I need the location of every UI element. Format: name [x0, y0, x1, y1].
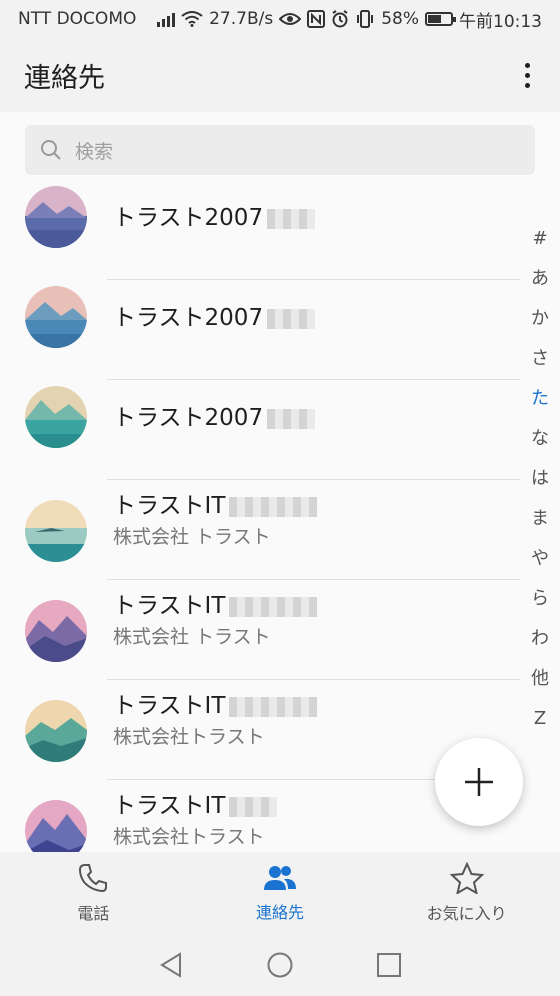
- index-letter[interactable]: ま: [520, 506, 560, 546]
- phone-icon: [79, 864, 108, 893]
- index-letter[interactable]: か: [520, 306, 560, 346]
- contact-company: 株式会社トラスト: [113, 726, 265, 748]
- nfc-icon: [307, 10, 326, 28]
- index-letter[interactable]: 他: [520, 666, 560, 706]
- contact-row[interactable]: トラスト2007: [0, 380, 520, 480]
- page-title: 連絡先: [24, 62, 105, 94]
- net-speed-label: 27.7B/s: [209, 9, 274, 29]
- index-letter[interactable]: は: [520, 466, 560, 506]
- redacted-text: [267, 308, 316, 329]
- index-letter[interactable]: わ: [520, 626, 560, 666]
- search-icon: [41, 140, 61, 160]
- contact-name: トラスト2007: [113, 198, 316, 232]
- contact-company: 株式会社 トラスト: [113, 626, 271, 648]
- contact-row[interactable]: トラストIT 株式会社 トラスト: [0, 480, 520, 580]
- bottom-nav: 電話 連絡先 お気に入り: [0, 852, 560, 934]
- contact-name: トラスト2007: [113, 298, 316, 332]
- eye-icon: [279, 13, 302, 25]
- index-letter[interactable]: ら: [520, 586, 560, 626]
- status-bar: NTT DOCOMO 27.7B/s 58% 午前10:13: [0, 0, 560, 38]
- app-bar: 連絡先: [0, 38, 560, 112]
- contacts-icon: [264, 866, 296, 890]
- tab-label: 連絡先: [256, 903, 305, 922]
- star-icon: [449, 862, 484, 894]
- contact-company: 株式会社 トラスト: [113, 526, 271, 548]
- avatar: [25, 700, 87, 762]
- avatar: [25, 286, 87, 348]
- contact-row[interactable]: トラストIT 株式会社 トラスト: [0, 580, 520, 680]
- index-letter[interactable]: や: [520, 546, 560, 586]
- wifi-icon: [181, 11, 203, 27]
- avatar: [25, 600, 87, 662]
- contact-row[interactable]: トラスト2007: [0, 180, 520, 280]
- index-letter[interactable]: Z: [520, 706, 560, 746]
- battery-icon: [425, 12, 456, 26]
- tab-phone[interactable]: 電話: [0, 852, 187, 934]
- carrier-label: NTT DOCOMO: [18, 9, 137, 29]
- recents-icon[interactable]: [376, 952, 402, 978]
- more-options-icon[interactable]: [519, 57, 536, 94]
- tab-label: 電話: [77, 904, 110, 923]
- redacted-text: [229, 496, 318, 517]
- vibrate-icon: [357, 10, 374, 28]
- alarm-icon: [332, 10, 348, 28]
- index-letter-active[interactable]: た: [520, 386, 560, 426]
- contact-name: トラスト2007: [113, 398, 316, 432]
- signal-icon: [157, 11, 176, 27]
- tab-contacts[interactable]: 連絡先: [187, 852, 374, 934]
- index-letter[interactable]: あ: [520, 266, 560, 306]
- index-letter[interactable]: な: [520, 426, 560, 466]
- redacted-text: [229, 796, 278, 817]
- contact-name: トラストIT: [113, 686, 318, 720]
- alphabet-index[interactable]: # あ か さ た な は ま や ら わ 他 Z: [520, 226, 560, 746]
- redacted-text: [229, 596, 318, 617]
- avatar: [25, 186, 87, 248]
- redacted-text: [229, 696, 318, 717]
- contact-row[interactable]: トラスト2007: [0, 280, 520, 380]
- index-letter[interactable]: さ: [520, 346, 560, 386]
- search-placeholder: 検索: [75, 140, 114, 163]
- contact-name: トラストIT: [113, 486, 318, 520]
- contact-company: 株式会社トラスト: [113, 826, 265, 848]
- redacted-text: [267, 208, 316, 229]
- clock-label: 午前10:13: [459, 11, 542, 32]
- tab-favorites[interactable]: お気に入り: [373, 852, 560, 934]
- back-icon[interactable]: [158, 951, 184, 979]
- contact-name: トラストIT: [113, 786, 278, 820]
- home-icon[interactable]: [266, 951, 294, 979]
- contact-name: トラストIT: [113, 586, 318, 620]
- avatar: [25, 386, 87, 448]
- search-input[interactable]: 検索: [25, 125, 535, 175]
- add-contact-button[interactable]: [435, 738, 523, 826]
- plus-icon: [465, 768, 493, 796]
- avatar: [25, 500, 87, 562]
- redacted-text: [267, 408, 316, 429]
- tab-label: お気に入り: [426, 904, 507, 923]
- system-nav-bar: [0, 934, 560, 996]
- battery-percent: 58%: [381, 9, 419, 29]
- index-letter[interactable]: #: [520, 226, 560, 266]
